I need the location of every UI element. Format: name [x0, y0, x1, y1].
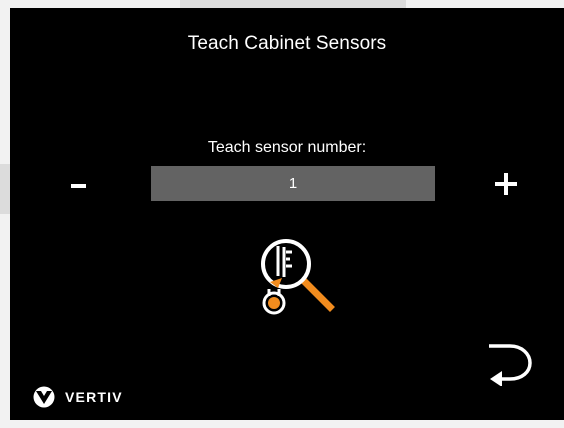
frame-left-strip [0, 164, 10, 214]
sensor-search-icon [261, 239, 335, 315]
return-arrow-icon [489, 344, 532, 387]
minus-icon [71, 184, 86, 188]
increment-button[interactable] [488, 166, 528, 206]
frame-top-strip [180, 0, 406, 8]
teach-sensors-screen: Teach Cabinet Sensors Teach sensor numbe… [10, 8, 564, 420]
vertiv-logo-icon [33, 386, 55, 408]
logo-text: VERTIV [65, 389, 123, 405]
vertiv-logo: VERTIV [32, 386, 123, 408]
back-button[interactable] [480, 336, 536, 387]
decrement-button[interactable] [65, 166, 95, 206]
sensor-number-label: Teach sensor number: [207, 139, 367, 156]
sensor-number-field[interactable]: 1 [151, 166, 435, 201]
page-title: Teach Cabinet Sensors [187, 33, 387, 54]
